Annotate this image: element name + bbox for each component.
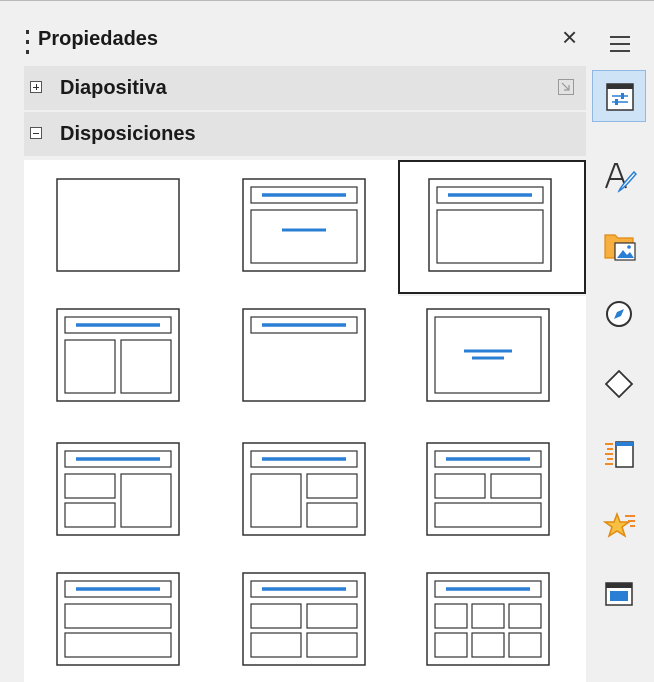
layout-thumbnail: [426, 308, 550, 402]
layout-thumbnail: [242, 442, 366, 536]
layout-centered-text[interactable]: [398, 296, 586, 426]
layout-thumbnail: [56, 572, 180, 666]
deck-tab-master-slides[interactable]: [592, 570, 646, 622]
layout-title-6content[interactable]: [398, 556, 586, 682]
layout-thumbnail: [56, 442, 180, 536]
drag-grip-icon[interactable]: [26, 30, 29, 56]
more-options-icon[interactable]: [558, 79, 574, 95]
expand-icon[interactable]: [30, 81, 42, 93]
layout-title-only[interactable]: [214, 296, 398, 426]
section-label: Diapositiva: [60, 77, 167, 99]
layout-thumbnail: [242, 572, 366, 666]
section-disposiciones[interactable]: Disposiciones: [24, 112, 586, 156]
section-diapositiva[interactable]: Diapositiva: [24, 66, 586, 110]
layout-title-4content[interactable]: [214, 556, 398, 682]
layout-thumbnail: [242, 308, 366, 402]
panel-titlebar: Propiedades ×: [10, 14, 586, 64]
layout-thumbnail: [56, 308, 180, 402]
properties-panel: Propiedades × Diapositiva Disposiciones: [10, 14, 586, 682]
shapes-icon: [604, 369, 634, 399]
layout-title-content-over-content[interactable]: [24, 556, 214, 682]
deck-tab-slide-transition[interactable]: [592, 430, 646, 482]
close-icon[interactable]: ×: [562, 24, 577, 50]
layout-thumbnail: [242, 178, 366, 272]
collapse-icon[interactable]: [30, 127, 42, 139]
deck-tab-animation[interactable]: [592, 500, 646, 552]
layout-title-content-centered[interactable]: [214, 160, 398, 296]
animation-icon: [603, 511, 635, 538]
deck-tab-navigator[interactable]: [592, 288, 646, 340]
navigator-icon: [606, 301, 632, 327]
slide-transition-icon: [605, 441, 634, 468]
styles-icon: [605, 163, 637, 193]
master-slides-icon: [605, 582, 633, 606]
layout-thumbnail: [56, 178, 180, 272]
window-top-border: [0, 0, 654, 1]
layout-title-2content-over-content[interactable]: [398, 426, 586, 556]
deck-tab-shapes[interactable]: [592, 358, 646, 410]
layout-title-content[interactable]: [398, 160, 586, 294]
layout-thumbnail: [428, 178, 552, 272]
sidebar-deck-tabbar: [590, 14, 654, 682]
gallery-icon: [604, 234, 636, 261]
section-label: Disposiciones: [60, 123, 196, 145]
deck-tab-styles[interactable]: [592, 150, 646, 202]
layout-title-content-2content[interactable]: [24, 426, 214, 556]
layout-title-2content-content[interactable]: [214, 426, 398, 556]
properties-icon: [606, 83, 634, 111]
hamburger-icon[interactable]: [610, 36, 630, 57]
panel-title: Propiedades: [38, 28, 159, 50]
deck-tab-gallery[interactable]: [592, 220, 646, 272]
layout-thumbnail: [426, 572, 550, 666]
deck-tab-properties[interactable]: [592, 70, 646, 122]
layout-thumbnail: [426, 442, 550, 536]
layout-title-two-columns[interactable]: [24, 296, 214, 426]
layout-blank[interactable]: [24, 160, 214, 296]
